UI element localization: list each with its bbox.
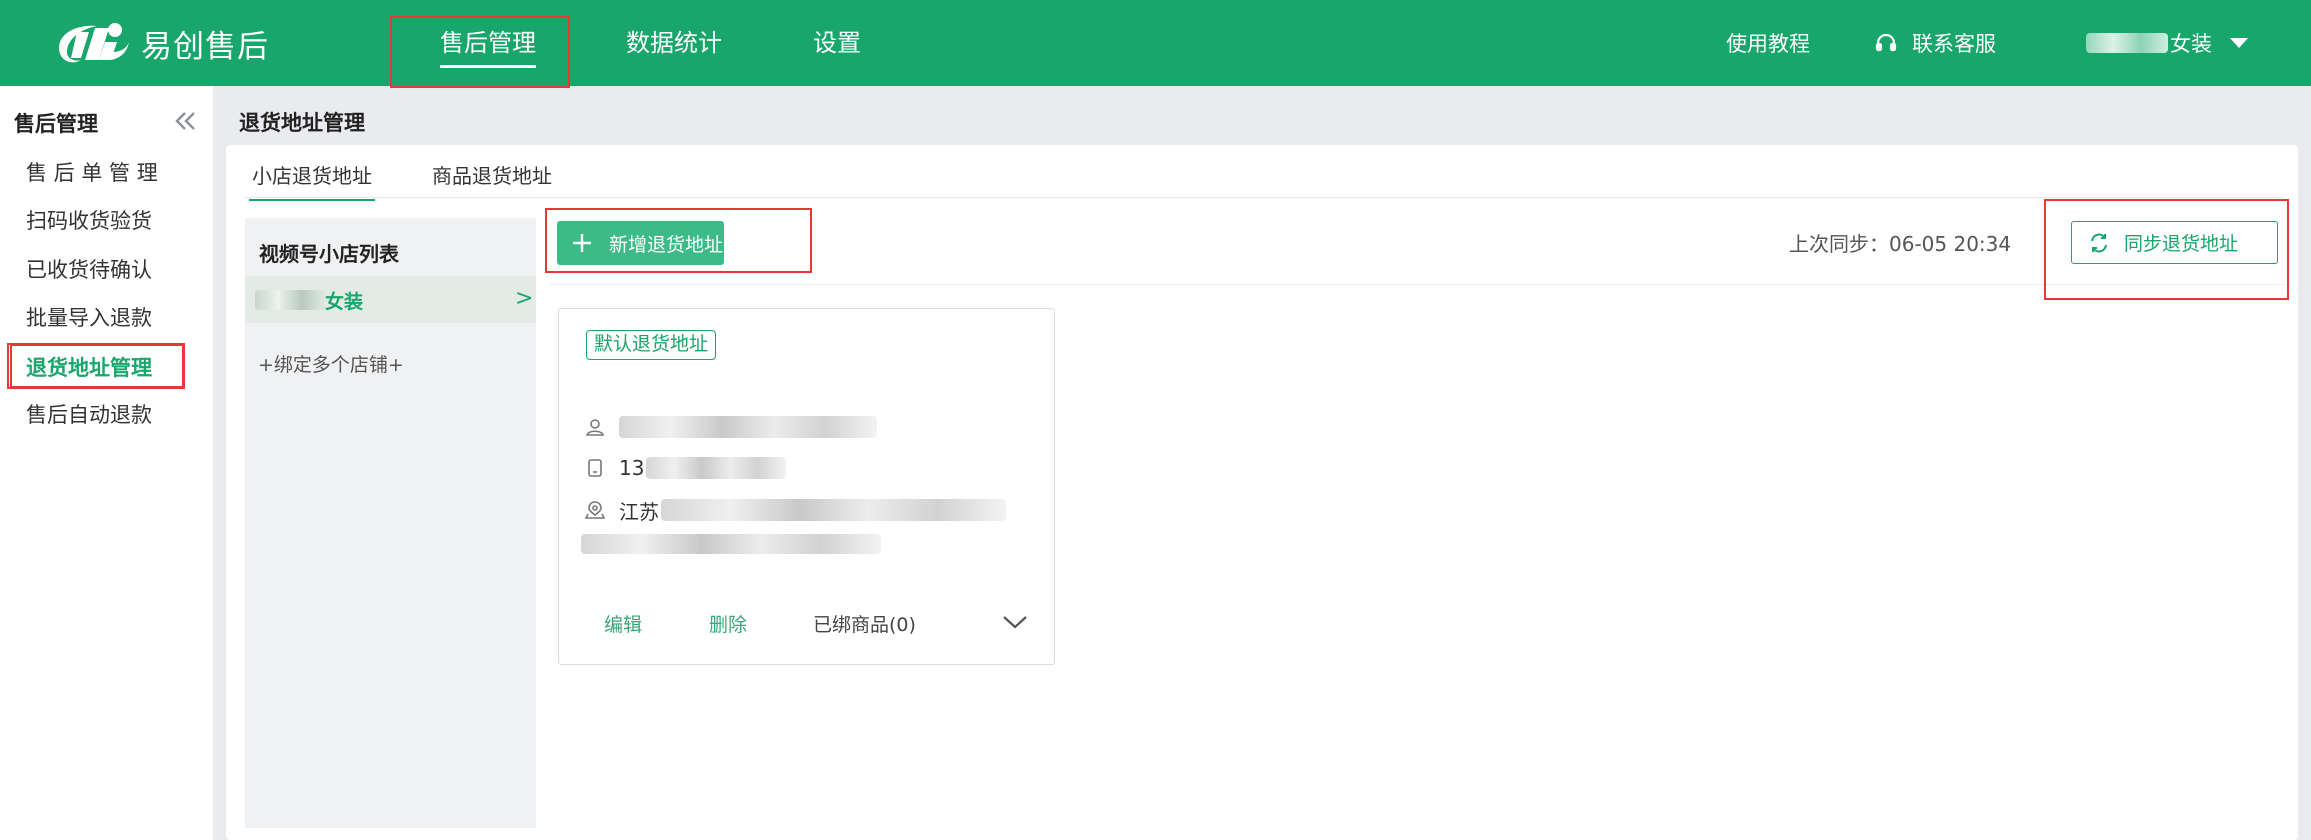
default-address-badge: 默认退货地址 bbox=[586, 330, 717, 360]
sidebar-title: 售后管理 bbox=[14, 112, 98, 136]
edit-address-button[interactable]: 编辑 bbox=[604, 610, 642, 637]
location-pin-icon bbox=[585, 501, 605, 519]
sidebar-item-label: 已收货待确认 bbox=[26, 258, 152, 282]
return-address-card: 默认退货地址 13 江苏 编辑 删除 已绑商品(0) bbox=[558, 308, 1055, 665]
support-label: 联系客服 bbox=[1912, 32, 1996, 56]
shop-list-item[interactable]: 女装 > bbox=[245, 276, 536, 323]
contact-name-row bbox=[585, 412, 877, 442]
sidebar-item-batch-import-refund[interactable]: 批量导入退款 bbox=[10, 296, 184, 340]
redacted-contact-name bbox=[619, 416, 877, 438]
sidebar-item-scan-receive[interactable]: 扫码收货验货 bbox=[10, 199, 184, 243]
address-tabs: 小店退货地址 商品退货地址 bbox=[244, 145, 2284, 201]
collapse-double-chevron-icon[interactable] bbox=[172, 108, 198, 134]
chevron-down-icon[interactable] bbox=[1002, 611, 1028, 633]
sync-button-label: 同步退货地址 bbox=[2124, 233, 2239, 255]
redacted-address-line-1 bbox=[661, 499, 1006, 521]
main-panel: 小店退货地址 商品退货地址 视频号小店列表 女装 > +绑定多个店铺+ 新增退货… bbox=[226, 145, 2298, 840]
phone-prefix: 13 bbox=[619, 456, 645, 480]
headset-icon bbox=[1875, 33, 1897, 52]
sidebar-item-return-address[interactable]: 退货地址管理 bbox=[10, 344, 184, 388]
shop-list-panel: 视频号小店列表 女装 > +绑定多个店铺+ bbox=[245, 218, 536, 828]
nav-settings[interactable]: 设置 bbox=[813, 0, 861, 86]
sidebar-item-label: 扫码收货验货 bbox=[26, 209, 152, 233]
bound-goods-link[interactable]: 已绑商品(0) bbox=[813, 610, 916, 637]
chevron-right-icon: > bbox=[515, 286, 534, 311]
sidebar-item-after-sales-orders[interactable]: 售 后 单 管 理 bbox=[10, 151, 184, 195]
delete-address-button[interactable]: 删除 bbox=[709, 610, 747, 637]
address-row: 江苏 bbox=[585, 495, 1006, 525]
nav-data-statistics[interactable]: 数据统计 bbox=[626, 0, 722, 86]
sidebar-item-auto-refund[interactable]: 售后自动退款 bbox=[10, 393, 184, 437]
address-prefix: 江苏 bbox=[619, 499, 659, 524]
redacted-phone-number bbox=[646, 457, 787, 479]
sidebar-item-label: 售 后 单 管 理 bbox=[26, 161, 158, 185]
tutorial-label: 使用教程 bbox=[1726, 32, 1810, 56]
tab-goods-return-address[interactable]: 商品退货地址 bbox=[432, 160, 552, 199]
app-logo-icon bbox=[59, 23, 129, 63]
redacted-address-line-2 bbox=[581, 534, 881, 554]
caret-down-icon bbox=[2230, 38, 2248, 48]
toolbar-divider bbox=[550, 284, 2284, 285]
redacted-username bbox=[2086, 33, 2168, 53]
phone-row: 13 bbox=[585, 453, 787, 483]
shop-name-suffix: 女装 bbox=[325, 291, 364, 313]
tab-shop-return-address[interactable]: 小店退货地址 bbox=[249, 160, 375, 201]
user-name-suffix: 女装 bbox=[2170, 32, 2212, 56]
bind-more-shops-link[interactable]: +绑定多个店铺+ bbox=[258, 350, 404, 377]
tutorial-link[interactable]: 使用教程 bbox=[1726, 0, 1810, 86]
redacted-shop-name bbox=[255, 290, 325, 310]
last-sync-time: 上次同步：06-05 20:34 bbox=[1789, 232, 2012, 256]
tab-label: 商品退货地址 bbox=[432, 164, 552, 188]
add-button-label: 新增退货地址 bbox=[609, 233, 724, 256]
sidebar-item-label: 批量导入退款 bbox=[26, 306, 152, 330]
sidebar-item-label: 售后自动退款 bbox=[26, 403, 152, 427]
add-return-address-button[interactable]: 新增退货地址 bbox=[557, 221, 724, 265]
sidebar-item-received-pending[interactable]: 已收货待确认 bbox=[10, 248, 184, 292]
app-logo[interactable]: 易创售后 bbox=[55, 18, 269, 68]
tab-label: 小店退货地址 bbox=[252, 164, 372, 188]
sync-icon bbox=[2091, 233, 2107, 252]
shop-list-title: 视频号小店列表 bbox=[259, 242, 399, 266]
page-title: 退货地址管理 bbox=[239, 111, 365, 135]
sync-return-address-button[interactable]: 同步退货地址 bbox=[2071, 221, 2278, 264]
plus-icon bbox=[573, 234, 591, 252]
user-menu[interactable]: 女装 bbox=[2086, 0, 2248, 86]
left-sidebar: 售后管理 售 后 单 管 理 扫码收货验货 已收货待确认 批量导入退款 退货地址… bbox=[0, 86, 213, 840]
nav-label: 数据统计 bbox=[626, 29, 722, 57]
nav-after-sales-management[interactable]: 售后管理 bbox=[440, 0, 536, 86]
active-nav-underline bbox=[440, 65, 536, 68]
sidebar-item-label: 退货地址管理 bbox=[26, 356, 152, 380]
top-navigation-bar: 易创售后 售后管理 数据统计 设置 使用教程 联系客服 女装 bbox=[0, 0, 2311, 86]
app-name: 易创售后 bbox=[141, 28, 269, 65]
contact-support-link[interactable]: 联系客服 bbox=[1874, 0, 1996, 86]
person-icon bbox=[586, 419, 604, 436]
nav-label: 售后管理 bbox=[440, 29, 536, 57]
phone-icon bbox=[588, 459, 602, 477]
nav-label: 设置 bbox=[813, 29, 861, 57]
